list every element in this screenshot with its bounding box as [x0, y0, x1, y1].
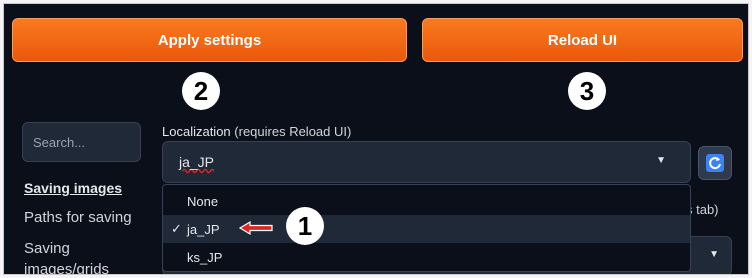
localization-label: Localization (requires Reload UI)	[162, 124, 351, 139]
option-ks-jp-label: ks_JP	[187, 249, 223, 265]
option-none-label: None	[187, 193, 219, 209]
reload-ui-button[interactable]: Reload UI	[422, 18, 743, 62]
caret-down-icon: ▼	[656, 155, 666, 166]
option-ks-jp[interactable]: ks_JP	[163, 243, 690, 271]
step-marker-1: 1	[286, 207, 324, 245]
option-none[interactable]: None	[163, 187, 690, 215]
localization-title: Localization	[162, 124, 231, 139]
sidebar-item-paths-for-saving[interactable]: Paths for saving	[24, 209, 132, 226]
sidebar-item-saving-images-grids-line2[interactable]: images/grids	[24, 261, 109, 274]
sidebar-item-saving-images-grids[interactable]: Saving	[24, 240, 70, 257]
left-arrow-icon	[238, 220, 273, 236]
check-icon: ✓	[171, 221, 182, 236]
apply-settings-label: Apply settings	[157, 31, 262, 49]
refresh-button[interactable]	[698, 146, 732, 180]
localization-note: (requires Reload UI)	[234, 124, 352, 139]
sidebar-item-saving-images[interactable]: Saving images	[24, 180, 122, 196]
search-input[interactable]: Search...	[22, 122, 141, 162]
localization-selected-value: ja_JP	[179, 154, 215, 170]
localization-select[interactable]: ja_JP ▼	[162, 141, 691, 183]
step-marker-3: 3	[568, 72, 606, 110]
settings-window: Apply settings Reload UI 2 3 Search... S…	[3, 3, 749, 275]
caret-down-icon: ▼	[709, 249, 719, 260]
reload-ui-label: Reload UI	[547, 31, 618, 49]
apply-settings-button[interactable]: Apply settings	[12, 18, 407, 62]
step-marker-2: 2	[182, 72, 220, 110]
refresh-icon	[706, 154, 724, 172]
option-ja-jp-label: ja_JP	[187, 221, 220, 237]
search-placeholder: Search...	[33, 134, 86, 150]
